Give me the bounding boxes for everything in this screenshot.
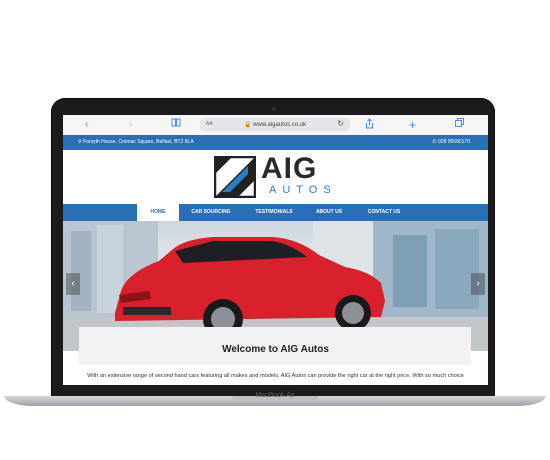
share-icon[interactable]	[365, 118, 374, 134]
camera-dot	[272, 107, 276, 111]
logo-wordmark[interactable]: AIG	[261, 153, 317, 185]
address-info: ⚲ Forsyth House, Cromac Square, Belfast,…	[78, 139, 194, 145]
new-tab-icon[interactable]: +	[409, 118, 416, 132]
nav-contact-us[interactable]: CONTACT US	[353, 204, 415, 221]
nav-home[interactable]: HOME	[137, 204, 179, 221]
book-icon[interactable]	[171, 118, 181, 132]
address-bar[interactable]: AA 🔒 www.aigautos.co.uk ↻	[200, 118, 350, 131]
phone-text: 028 95680170	[438, 139, 470, 145]
chevron-right-icon: ›	[476, 278, 480, 289]
screen: ‹ › AA 🔒 www.aigautos.co.uk ↻ + ⚲ Forsyt…	[63, 115, 488, 385]
chevron-left-icon: ‹	[71, 278, 75, 289]
text-size-button[interactable]: AA	[206, 121, 213, 127]
main-nav: HOME CAR SOURCING TESTIMONIALS ABOUT US …	[63, 204, 488, 221]
location-pin-icon: ⚲	[78, 139, 82, 145]
reload-icon[interactable]: ↻	[337, 119, 344, 128]
phone-info[interactable]: ✆ 028 95680170	[432, 139, 470, 145]
chevron-right-icon[interactable]: ›	[129, 118, 132, 132]
phone-icon: ✆	[432, 139, 437, 145]
browser-toolbar: ‹ › AA 🔒 www.aigautos.co.uk ↻ +	[63, 115, 488, 136]
nav-car-sourcing[interactable]: CAR SOURCING	[179, 204, 243, 221]
nav-about-us[interactable]: ABOUT US	[305, 204, 353, 221]
device-label: MacBook Air	[255, 392, 295, 399]
logo-area: AIG AUTOS	[63, 150, 488, 204]
address-text: Forsyth House, Cromac Square, Belfast, B…	[83, 139, 194, 145]
welcome-text: With an extensive range of second hand c…	[87, 373, 464, 379]
welcome-title: Welcome to AIG Autos	[222, 344, 329, 355]
url-label: www.aigautos.co.uk	[253, 122, 307, 128]
lock-icon: 🔒	[244, 122, 252, 128]
nav-testimonials[interactable]: TESTIMONIALS	[243, 204, 305, 221]
logo-emblem-icon[interactable]	[214, 156, 256, 198]
url-text: 🔒 www.aigautos.co.uk	[244, 121, 306, 128]
slider-prev-button[interactable]: ‹	[66, 273, 80, 295]
slider-next-button[interactable]: ›	[471, 273, 485, 295]
contact-info-bar: ⚲ Forsyth House, Cromac Square, Belfast,…	[63, 135, 488, 150]
logo-subtitle: AUTOS	[269, 184, 337, 196]
chevron-left-icon[interactable]: ‹	[85, 118, 88, 132]
tabs-icon[interactable]	[455, 118, 464, 132]
